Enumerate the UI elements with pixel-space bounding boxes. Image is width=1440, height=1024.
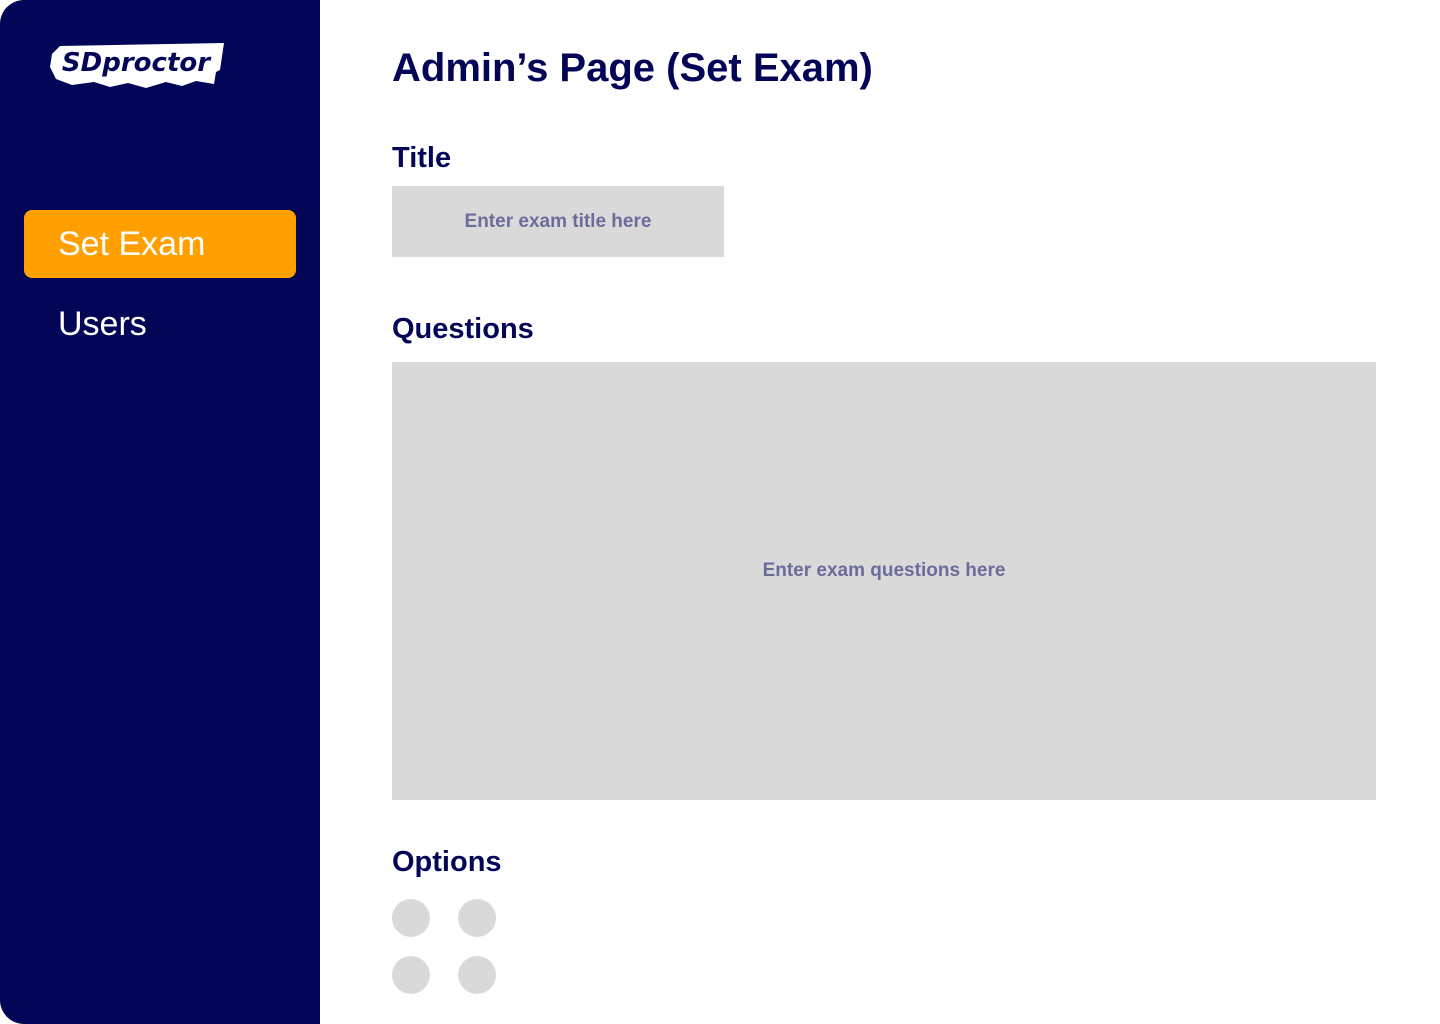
option-radio-2[interactable] <box>458 899 496 937</box>
questions-label: Questions <box>392 313 534 345</box>
sdproctor-logo[interactable]: SDproctor <box>48 40 228 92</box>
sidebar-item-label: Users <box>58 304 147 343</box>
page-title: Admin’s Page (Set Exam) <box>392 46 873 90</box>
logo-text: SDproctor <box>62 48 212 78</box>
main-content: Admin’s Page (Set Exam) Title Questions … <box>392 0 1440 1024</box>
option-radio-3[interactable] <box>392 956 430 994</box>
title-label: Title <box>392 142 452 174</box>
sidebar-item-set-exam[interactable]: Set Exam <box>24 210 296 278</box>
exam-title-input[interactable] <box>392 186 724 257</box>
option-radio-1[interactable] <box>392 899 430 937</box>
sidebar: SDproctor Set Exam Users <box>0 0 320 1024</box>
exam-questions-input[interactable] <box>392 362 1376 800</box>
options-label: Options <box>392 846 502 878</box>
sidebar-item-label: Set Exam <box>58 224 206 263</box>
logo-mark: SDproctor <box>50 43 224 88</box>
sidebar-item-users[interactable]: Users <box>24 290 296 358</box>
option-radio-4[interactable] <box>458 956 496 994</box>
